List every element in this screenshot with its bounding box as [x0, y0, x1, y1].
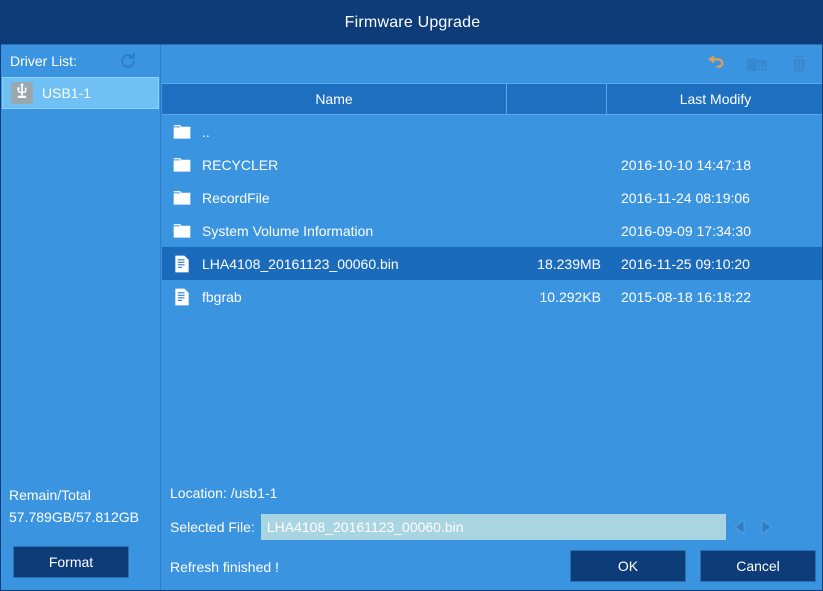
driver-list-label: Driver List: — [10, 53, 77, 69]
file-name-cell: fbgrab — [162, 287, 507, 307]
table-row[interactable]: fbgrab 10.292KB 2015-08-18 16:18:22 — [162, 280, 822, 313]
table-row[interactable]: .. — [162, 115, 822, 148]
remain-total-value: 57.789GB/57.812GB — [9, 509, 139, 525]
file-modified-cell: 2016-10-10 14:47:18 — [621, 156, 751, 173]
file-table-header: Name Last Modify — [162, 83, 822, 115]
driver-list-header: Driver List: — [1, 45, 160, 77]
ok-button[interactable]: OK — [570, 550, 686, 582]
file-modified-cell: 2016-11-24 08:19:06 — [621, 189, 750, 206]
arrow-left-icon[interactable] — [732, 517, 750, 537]
file-icon — [172, 287, 192, 307]
firmware-upgrade-dialog: Firmware Upgrade Driver List: USB1-1 Rem… — [0, 0, 823, 591]
column-header-size[interactable] — [507, 84, 607, 114]
refresh-icon[interactable] — [118, 51, 138, 71]
selected-file-input[interactable] — [260, 514, 726, 540]
file-name-label: fbgrab — [202, 288, 242, 305]
location-row: Location: /usb1-1 — [162, 478, 822, 508]
file-name-label: RECYCLER — [202, 156, 279, 173]
file-name-cell: System Volume Information — [162, 221, 507, 241]
file-modified-cell: 2016-11-25 09:10:20 — [621, 255, 750, 272]
file-modified-cell: 2016-09-09 17:34:30 — [621, 222, 751, 239]
usb-icon — [11, 82, 33, 104]
title-bar: Firmware Upgrade — [1, 1, 822, 45]
status-text: Refresh finished ! — [170, 559, 279, 575]
table-row[interactable]: LHA4108_20161123_00060.bin 18.239MB 2016-1… — [162, 247, 822, 280]
file-size-cell: 18.239MB — [537, 255, 601, 272]
sidebar-item-usb1-1[interactable]: USB1-1 — [2, 77, 159, 109]
back-arrow-icon[interactable] — [704, 53, 726, 75]
table-row[interactable]: RECYCLER 2016-10-10 14:47:18 — [162, 148, 822, 181]
file-modified-cell: 2015-08-18 16:18:22 — [621, 288, 751, 305]
file-name-label: LHA4108_20161123_00060.bin — [202, 255, 399, 272]
file-name-label: .. — [202, 123, 210, 140]
remain-total-label: Remain/Total — [9, 487, 91, 503]
driver-sidebar: Driver List: USB1-1 Remain/Total 57.789G… — [1, 45, 161, 590]
folder-icon — [172, 155, 192, 175]
remain-total-block: Remain/Total 57.789GB/57.812GB — [1, 484, 161, 528]
file-icon — [172, 254, 192, 274]
file-size-cell: 10.292KB — [539, 288, 602, 305]
cancel-button[interactable]: Cancel — [700, 550, 816, 582]
file-name-cell: LHA4108_20161123_00060.bin — [162, 254, 507, 274]
file-name-cell: RECYCLER — [162, 155, 507, 175]
file-name-label: System Volume Information — [202, 222, 374, 239]
location-text: Location: /usb1-1 — [170, 485, 278, 501]
window-title: Firmware Upgrade — [344, 13, 481, 31]
file-list: .. RECYCLER 2016-10-10 14:47:18 RecordFile 2… — [162, 115, 822, 478]
file-name-label: RecordFile — [202, 189, 270, 206]
table-row[interactable]: RecordFile 2016-11-24 08:19:06 — [162, 181, 822, 214]
file-browser-footer: Location: /usb1-1 Selected File: Refres — [162, 478, 822, 590]
file-name-cell: RecordFile — [162, 188, 507, 208]
file-name-cell: .. — [162, 122, 507, 142]
selected-file-label: Selected File: — [170, 519, 255, 535]
new-folder-icon — [746, 53, 768, 75]
status-row: Refresh finished ! OK Cancel — [162, 546, 822, 588]
folder-icon — [172, 188, 192, 208]
driver-name: USB1-1 — [42, 85, 92, 101]
folder-icon — [172, 122, 192, 142]
delete-icon — [788, 53, 810, 75]
format-button[interactable]: Format — [13, 546, 129, 578]
table-row[interactable]: System Volume Information 2016-09-09 17:3… — [162, 214, 822, 247]
column-header-last-modify[interactable]: Last Modify — [607, 84, 822, 114]
file-toolbar — [162, 45, 822, 83]
column-header-name[interactable]: Name — [162, 84, 507, 114]
selected-file-row: Selected File: — [162, 508, 822, 546]
folder-icon — [172, 221, 192, 241]
file-browser-panel: Name Last Modify .. RECYCLER 2016-10-10 14… — [162, 45, 822, 590]
arrow-right-icon[interactable] — [756, 517, 774, 537]
